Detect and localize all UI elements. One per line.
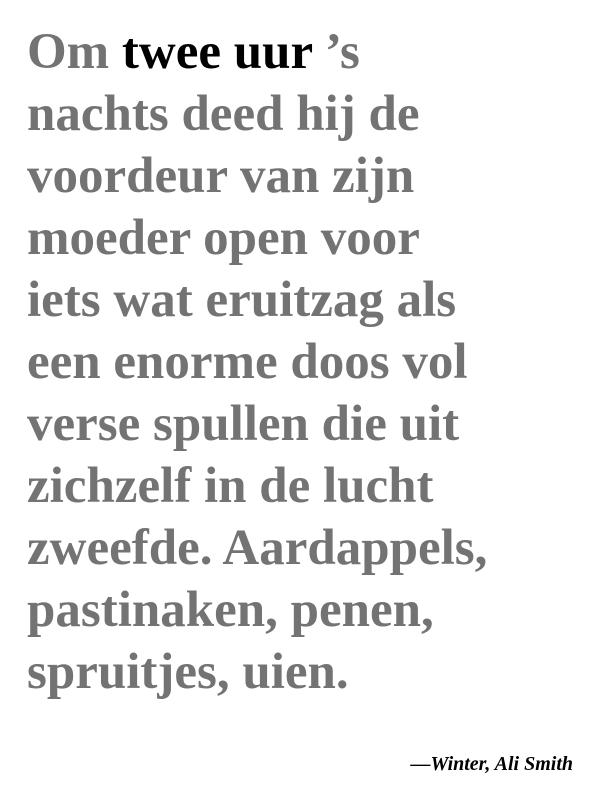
quote-line-1-before: Om <box>27 24 110 80</box>
quote-line-11: spruitjes, uien. <box>27 644 349 700</box>
quote-line-4: moeder open voor <box>27 210 420 266</box>
quote-line-1-after: ’s <box>324 24 360 80</box>
quote-text: Om twee uur ’s nachts deed hij de voorde… <box>27 21 587 703</box>
quote-line-3: voordeur van zijn <box>27 148 415 204</box>
quote-line-5: iets wat eruitzag als <box>27 272 457 328</box>
attribution: —Winter, Ali Smith <box>410 753 573 775</box>
quote-line-8: zichzelf in de lucht <box>27 458 434 514</box>
quote-line-7: verse spullen die uit <box>27 396 460 452</box>
quote-line-2: nachts deed hij de <box>27 86 420 142</box>
quote-line-1: Om twee uur ’s <box>27 21 587 83</box>
highlighted-time: twee uur <box>121 24 313 80</box>
quote-line-6: een enorme doos vol <box>27 334 468 390</box>
quote-line-10: pastinaken, penen, <box>27 582 434 638</box>
quote-line-9: zweefde. Aardappels, <box>27 520 488 576</box>
